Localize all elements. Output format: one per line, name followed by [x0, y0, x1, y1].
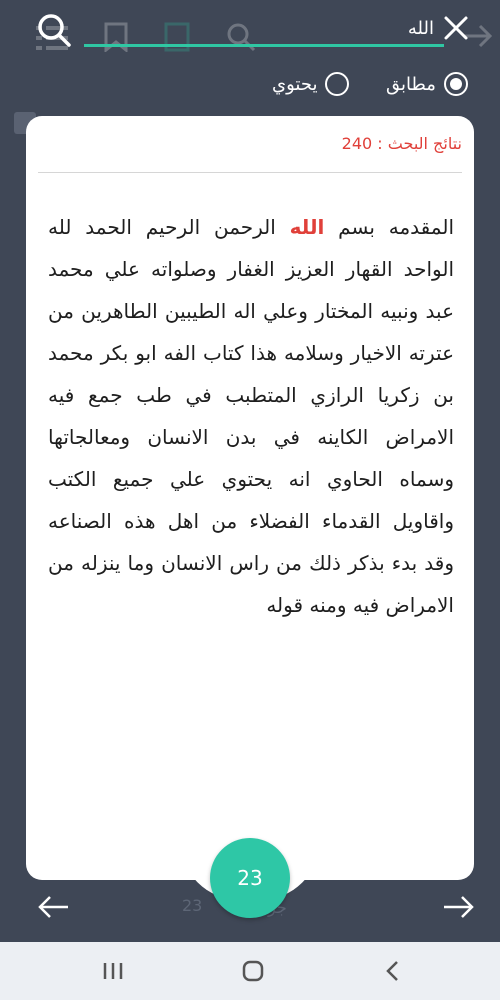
radio-exact-label: مطابق [386, 73, 436, 95]
arrow-right-icon[interactable] [442, 892, 476, 922]
search-input[interactable] [150, 10, 436, 46]
radio-selected-icon [443, 72, 468, 96]
search-results-card: نتائج البحث : 240 المقدمه بسم الله الرحم… [26, 116, 474, 880]
page-number-badge[interactable]: 23 [210, 838, 290, 918]
radio-unselected-icon [325, 72, 350, 96]
search-bar [0, 0, 500, 60]
system-nav-bar [0, 942, 500, 1000]
radio-contains-label: يحتوي [272, 73, 318, 95]
result-snippet[interactable]: المقدمه بسم الله الرحمن الرحيم الحمد لله… [48, 206, 454, 626]
result-count: نتائج البحث : 240 [341, 134, 462, 153]
search-highlight: الله [289, 215, 325, 239]
recents-icon[interactable] [98, 956, 128, 986]
snippet-before: المقدمه بسم [324, 215, 454, 239]
back-icon[interactable] [378, 956, 408, 986]
background-page-number: 23 [182, 896, 203, 915]
close-icon[interactable] [440, 12, 472, 44]
home-icon[interactable] [238, 956, 268, 986]
radio-contains[interactable]: يحتوي [272, 72, 350, 96]
divider [38, 172, 462, 173]
snippet-after: الرحمن الرحيم الحمد لله الواحد القهار ال… [48, 215, 454, 617]
search-icon[interactable] [34, 10, 74, 50]
search-underline [84, 44, 444, 47]
radio-exact[interactable]: مطابق [386, 72, 468, 96]
arrow-left-icon[interactable] [36, 892, 70, 922]
